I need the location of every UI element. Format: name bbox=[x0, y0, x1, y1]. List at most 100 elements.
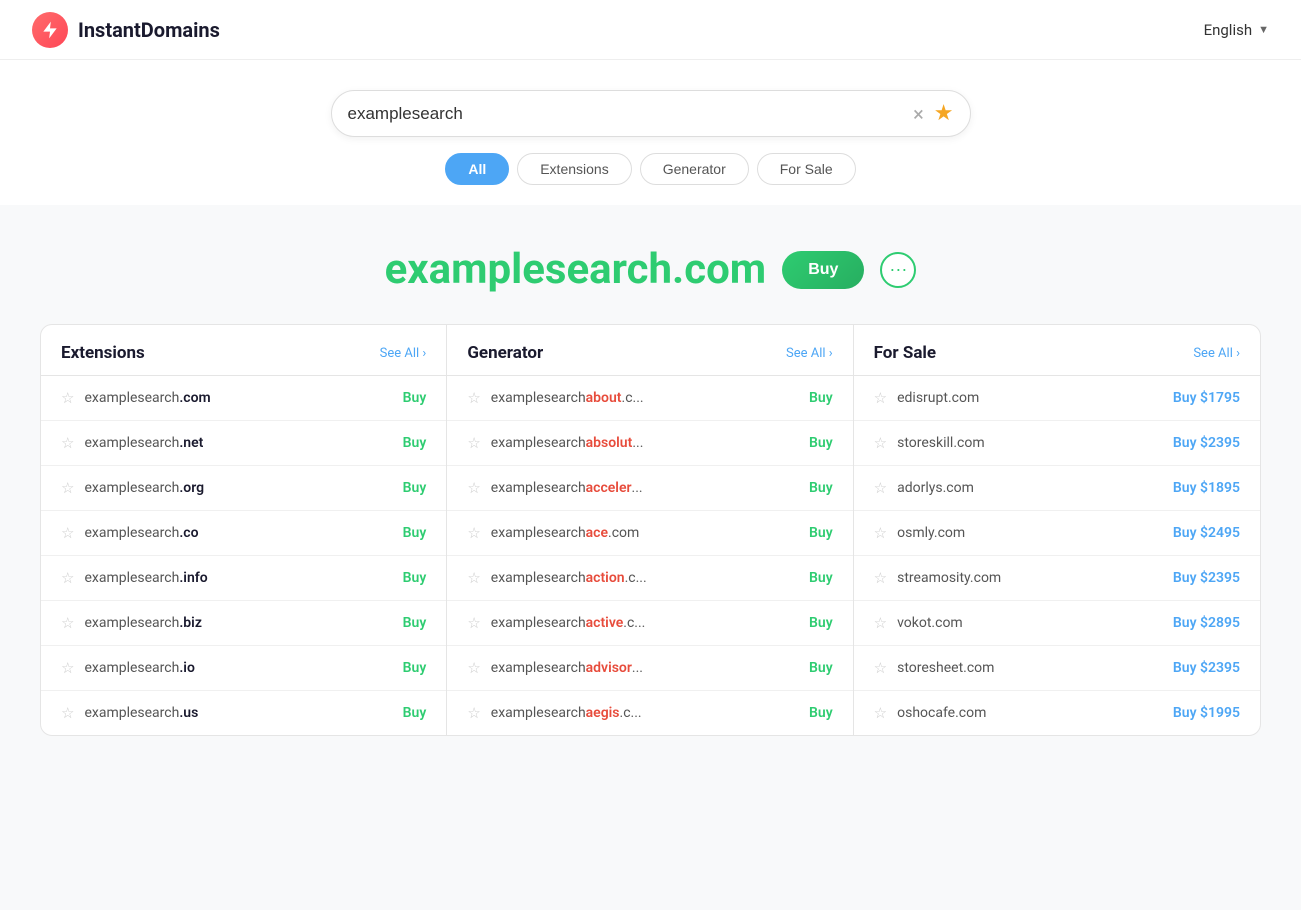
star-icon[interactable]: ☆ bbox=[467, 569, 480, 587]
tab-generator[interactable]: Generator bbox=[640, 153, 749, 185]
list-item: ☆ examplesearchaction.c... Buy bbox=[447, 556, 852, 601]
star-icon[interactable]: ☆ bbox=[874, 569, 887, 587]
domain-name: examplesearch.org bbox=[84, 480, 204, 496]
buy-price-link[interactable]: Buy $2895 bbox=[1173, 615, 1240, 631]
star-icon[interactable]: ☆ bbox=[467, 704, 480, 722]
list-item: ☆ examplesearchactive.c... Buy bbox=[447, 601, 852, 646]
star-icon[interactable]: ☆ bbox=[467, 659, 480, 677]
buy-link[interactable]: Buy bbox=[403, 570, 427, 586]
domain-name: storeskill.com bbox=[897, 435, 985, 451]
filter-tabs: All Extensions Generator For Sale bbox=[445, 153, 855, 185]
buy-link[interactable]: Buy bbox=[403, 435, 427, 451]
list-item: ☆ examplesearch.info Buy bbox=[41, 556, 446, 601]
star-icon[interactable]: ☆ bbox=[61, 614, 74, 632]
results-grid: Extensions See All › ☆ examplesearch.com… bbox=[40, 324, 1261, 736]
list-item: ☆ examplesearch.us Buy bbox=[41, 691, 446, 735]
star-icon[interactable]: ☆ bbox=[61, 659, 74, 677]
list-item: ☆ osmly.com Buy $2495 bbox=[854, 511, 1260, 556]
buy-price-link[interactable]: Buy $2395 bbox=[1173, 435, 1240, 451]
language-selector[interactable]: English ▼ bbox=[1204, 21, 1269, 39]
star-icon[interactable]: ☆ bbox=[467, 614, 480, 632]
buy-link[interactable]: Buy bbox=[403, 480, 427, 496]
extensions-column: Extensions See All › ☆ examplesearch.com… bbox=[41, 325, 447, 735]
star-icon[interactable]: ☆ bbox=[874, 659, 887, 677]
buy-link[interactable]: Buy bbox=[809, 705, 833, 721]
generator-see-all[interactable]: See All › bbox=[786, 346, 833, 361]
star-icon[interactable]: ☆ bbox=[61, 569, 74, 587]
star-icon[interactable]: ☆ bbox=[467, 524, 480, 542]
domain-name: vokot.com bbox=[897, 615, 963, 631]
buy-link[interactable]: Buy bbox=[809, 660, 833, 676]
search-input[interactable] bbox=[348, 104, 914, 124]
star-icon[interactable]: ☆ bbox=[467, 479, 480, 497]
star-icon[interactable]: ☆ bbox=[874, 389, 887, 407]
tab-extensions[interactable]: Extensions bbox=[517, 153, 631, 185]
search-section: × ★ All Extensions Generator For Sale bbox=[0, 60, 1301, 205]
star-icon[interactable]: ☆ bbox=[61, 389, 74, 407]
buy-link[interactable]: Buy bbox=[809, 480, 833, 496]
buy-price-link[interactable]: Buy $1895 bbox=[1173, 480, 1240, 496]
extensions-see-all[interactable]: See All › bbox=[380, 346, 427, 361]
list-item: ☆ examplesearchace.com Buy bbox=[447, 511, 852, 556]
for-sale-see-all[interactable]: See All › bbox=[1193, 346, 1240, 361]
list-item: ☆ examplesearchabsolut... Buy bbox=[447, 421, 852, 466]
buy-link[interactable]: Buy bbox=[809, 435, 833, 451]
buy-price-link[interactable]: Buy $2495 bbox=[1173, 525, 1240, 541]
buy-link[interactable]: Buy bbox=[403, 615, 427, 631]
star-icon[interactable]: ☆ bbox=[61, 479, 74, 497]
buy-link[interactable]: Buy bbox=[809, 615, 833, 631]
domain-name: osmly.com bbox=[897, 525, 965, 541]
list-item: ☆ storeskill.com Buy $2395 bbox=[854, 421, 1260, 466]
star-icon[interactable]: ☆ bbox=[874, 704, 887, 722]
list-item: ☆ storesheet.com Buy $2395 bbox=[854, 646, 1260, 691]
logo-icon bbox=[32, 12, 68, 48]
star-icon[interactable]: ☆ bbox=[61, 704, 74, 722]
star-icon[interactable]: ☆ bbox=[61, 434, 74, 452]
domain-name: examplesearchace.com bbox=[491, 525, 640, 541]
buy-link[interactable]: Buy bbox=[809, 570, 833, 586]
logo: InstantDomains bbox=[32, 12, 220, 48]
generator-header: Generator See All › bbox=[447, 325, 852, 376]
buy-link[interactable]: Buy bbox=[809, 525, 833, 541]
star-icon[interactable]: ☆ bbox=[874, 614, 887, 632]
main-domain-name: examplesearch.com bbox=[385, 245, 767, 294]
domain-name: examplesearchadvisor... bbox=[491, 660, 643, 676]
domain-name: oshocafe.com bbox=[897, 705, 986, 721]
search-bar: × ★ bbox=[331, 90, 971, 137]
domain-name: streamosity.com bbox=[897, 570, 1001, 586]
buy-price-link[interactable]: Buy $2395 bbox=[1173, 570, 1240, 586]
buy-link[interactable]: Buy bbox=[403, 705, 427, 721]
list-item: ☆ examplesearchabout.c... Buy bbox=[447, 376, 852, 421]
buy-link[interactable]: Buy bbox=[403, 525, 427, 541]
star-icon[interactable]: ☆ bbox=[467, 389, 480, 407]
star-icon[interactable]: ☆ bbox=[61, 524, 74, 542]
tab-for-sale[interactable]: For Sale bbox=[757, 153, 856, 185]
language-label: English bbox=[1204, 21, 1253, 39]
extensions-title: Extensions bbox=[61, 343, 145, 363]
clear-icon[interactable]: × bbox=[913, 104, 924, 124]
list-item: ☆ examplesearchacceler... Buy bbox=[447, 466, 852, 511]
main-more-button[interactable]: ··· bbox=[880, 252, 916, 288]
domain-name: examplesearchabsolut... bbox=[491, 435, 644, 451]
buy-price-link[interactable]: Buy $1795 bbox=[1173, 390, 1240, 406]
generator-column: Generator See All › ☆ examplesearchabout… bbox=[447, 325, 853, 735]
extensions-header: Extensions See All › bbox=[41, 325, 446, 376]
star-icon[interactable]: ☆ bbox=[874, 524, 887, 542]
for-sale-header: For Sale See All › bbox=[854, 325, 1260, 376]
star-icon[interactable]: ★ bbox=[934, 101, 954, 126]
main-buy-button[interactable]: Buy bbox=[782, 251, 864, 289]
buy-link[interactable]: Buy bbox=[809, 390, 833, 406]
star-icon[interactable]: ☆ bbox=[874, 479, 887, 497]
tab-all[interactable]: All bbox=[445, 153, 509, 185]
domain-name: edisrupt.com bbox=[897, 390, 979, 406]
domain-name: adorlys.com bbox=[897, 480, 974, 496]
for-sale-column: For Sale See All › ☆ edisrupt.com Buy $1… bbox=[854, 325, 1260, 735]
star-icon[interactable]: ☆ bbox=[467, 434, 480, 452]
buy-link[interactable]: Buy bbox=[403, 660, 427, 676]
domain-name: examplesearchaegis.c... bbox=[491, 705, 642, 721]
for-sale-title: For Sale bbox=[874, 343, 936, 363]
star-icon[interactable]: ☆ bbox=[874, 434, 887, 452]
buy-price-link[interactable]: Buy $1995 bbox=[1173, 705, 1240, 721]
buy-price-link[interactable]: Buy $2395 bbox=[1173, 660, 1240, 676]
buy-link[interactable]: Buy bbox=[403, 390, 427, 406]
